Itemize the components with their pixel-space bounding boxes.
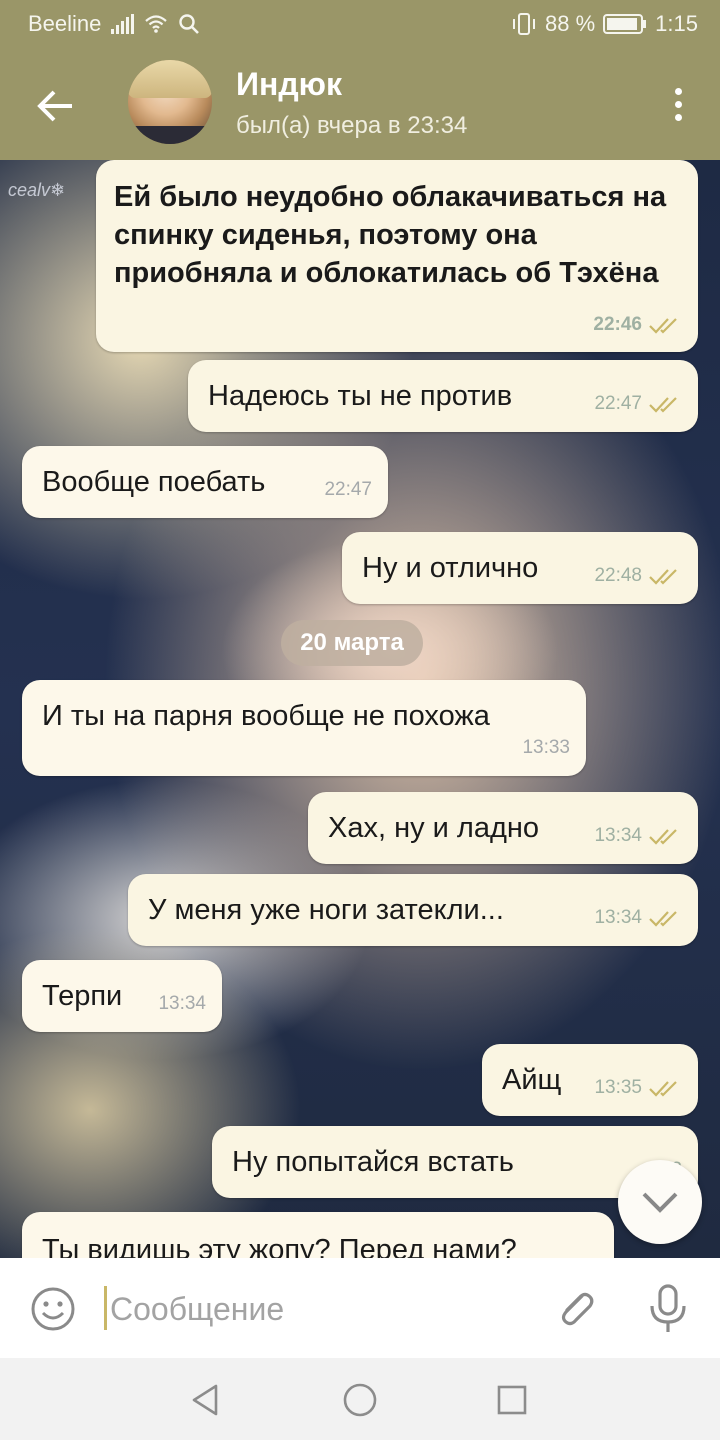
last-seen-status: был(а) вчера в 23:34: [236, 112, 468, 139]
search-icon: [179, 14, 200, 34]
message-meta: 13:34: [158, 984, 206, 1024]
wifi-icon: [145, 15, 168, 33]
battery-icon: [603, 14, 647, 34]
message-input[interactable]: [108, 1282, 542, 1336]
status-bar: Beeline 88 % 1:15: [0, 0, 720, 48]
message-meta: 13:34: [594, 816, 682, 856]
double-check-icon: [649, 318, 677, 334]
nav-back-icon: [192, 1384, 218, 1416]
message-text: И ты на парня вообще не похожа: [42, 700, 490, 732]
message-time: 13:34: [594, 907, 642, 928]
date-separator: 20 марта: [281, 620, 423, 666]
avatar-hair: [128, 60, 212, 98]
chevron-down-icon: [642, 1192, 678, 1213]
double-check-icon: [649, 1081, 677, 1097]
double-check-icon: [649, 569, 677, 585]
carrier-name: Beeline: [28, 11, 102, 36]
message-time: 13:34: [158, 993, 206, 1014]
text-caret: [104, 1286, 107, 1330]
message-meta: 22:47: [594, 384, 682, 424]
message-time: 13:35: [594, 1077, 642, 1098]
vibrate-icon: [513, 13, 536, 35]
message-meta: 13:33: [522, 728, 570, 768]
nav-recents-button[interactable]: [492, 1380, 532, 1420]
message-bubble-incoming[interactable]: Ты видишь эту жопу? Перед нами?: [22, 1212, 614, 1258]
message-time: 22:47: [594, 393, 642, 414]
double-check-icon: [649, 829, 677, 845]
message-meta: 13:35: [594, 1068, 682, 1108]
scroll-to-bottom-button[interactable]: [618, 1160, 702, 1244]
message-bubble-incoming[interactable]: Терпи 13:34: [22, 960, 222, 1032]
back-button[interactable]: [30, 84, 78, 128]
chat-header: Индюк был(а) вчера в 23:34: [0, 48, 720, 160]
paperclip-icon: [561, 1292, 594, 1326]
message-time: 13:33: [522, 737, 570, 758]
message-time: 22:48: [594, 565, 642, 586]
signal-icon: [111, 14, 135, 34]
system-navigation-bar: [0, 1358, 720, 1440]
double-check-icon: [649, 911, 677, 927]
message-bubble-outgoing[interactable]: Надеюсь ты не против 22:47: [188, 360, 698, 432]
message-bubble-outgoing[interactable]: У меня уже ноги затекли... 13:34: [128, 874, 698, 946]
microphone-icon: [650, 1284, 686, 1332]
message-text: Вообще поебать: [42, 466, 266, 498]
message-bubble-incoming[interactable]: И ты на парня вообще не похожа 13:33: [22, 680, 586, 776]
message-time: 13:34: [594, 825, 642, 846]
status-right: 88 % 1:15: [511, 11, 698, 37]
voice-record-button[interactable]: [646, 1282, 690, 1334]
more-vert-icon: [666, 88, 690, 121]
message-time: 22:47: [324, 479, 372, 500]
message-text: Ты видишь эту жопу? Перед нами?: [42, 1234, 517, 1258]
nav-back-button[interactable]: [186, 1380, 226, 1420]
clock: 1:15: [655, 11, 698, 36]
attach-button[interactable]: [552, 1284, 600, 1332]
message-meta: 22:46: [593, 306, 682, 344]
more-options-button[interactable]: [666, 84, 690, 128]
battery-percent: 88 %: [545, 11, 596, 36]
message-bubble-outgoing[interactable]: Айщ 13:35: [482, 1044, 698, 1116]
message-bubble-outgoing[interactable]: Хах, ну и ладно 13:34: [308, 792, 698, 864]
message-meta: 13:34: [594, 898, 682, 938]
message-time: 22:46: [593, 314, 642, 335]
message-text: Ей было неудобно облакачиваться на спинк…: [114, 181, 667, 289]
message-composer: [0, 1258, 720, 1358]
chat-area[interactable]: cealv❄ Ей было неудобно облакачиваться н…: [0, 160, 720, 1258]
nav-home-icon: [343, 1383, 377, 1417]
avatar-shirt: [128, 126, 212, 144]
emoji-button[interactable]: [30, 1286, 76, 1332]
avatar[interactable]: [128, 60, 212, 144]
message-meta: 22:47: [324, 470, 372, 510]
double-check-icon: [649, 397, 677, 413]
message-bubble-outgoing[interactable]: Ей было неудобно облакачиваться на спинк…: [96, 160, 698, 352]
message-bubble-outgoing[interactable]: Ну и отлично 22:48: [342, 532, 698, 604]
message-bubble-incoming[interactable]: Вообще поебать 22:47: [22, 446, 388, 518]
nav-home-button[interactable]: [340, 1380, 380, 1420]
message-text: Ну попытайся встать: [232, 1146, 514, 1178]
back-arrow-icon: [37, 90, 72, 122]
wallpaper-watermark: cealv❄: [8, 180, 66, 200]
message-meta: 22:48: [594, 556, 682, 596]
emoji-icon: [31, 1287, 75, 1331]
status-left: Beeline: [28, 11, 200, 37]
contact-name[interactable]: Индюк: [236, 66, 342, 103]
nav-recents-icon: [497, 1385, 527, 1415]
